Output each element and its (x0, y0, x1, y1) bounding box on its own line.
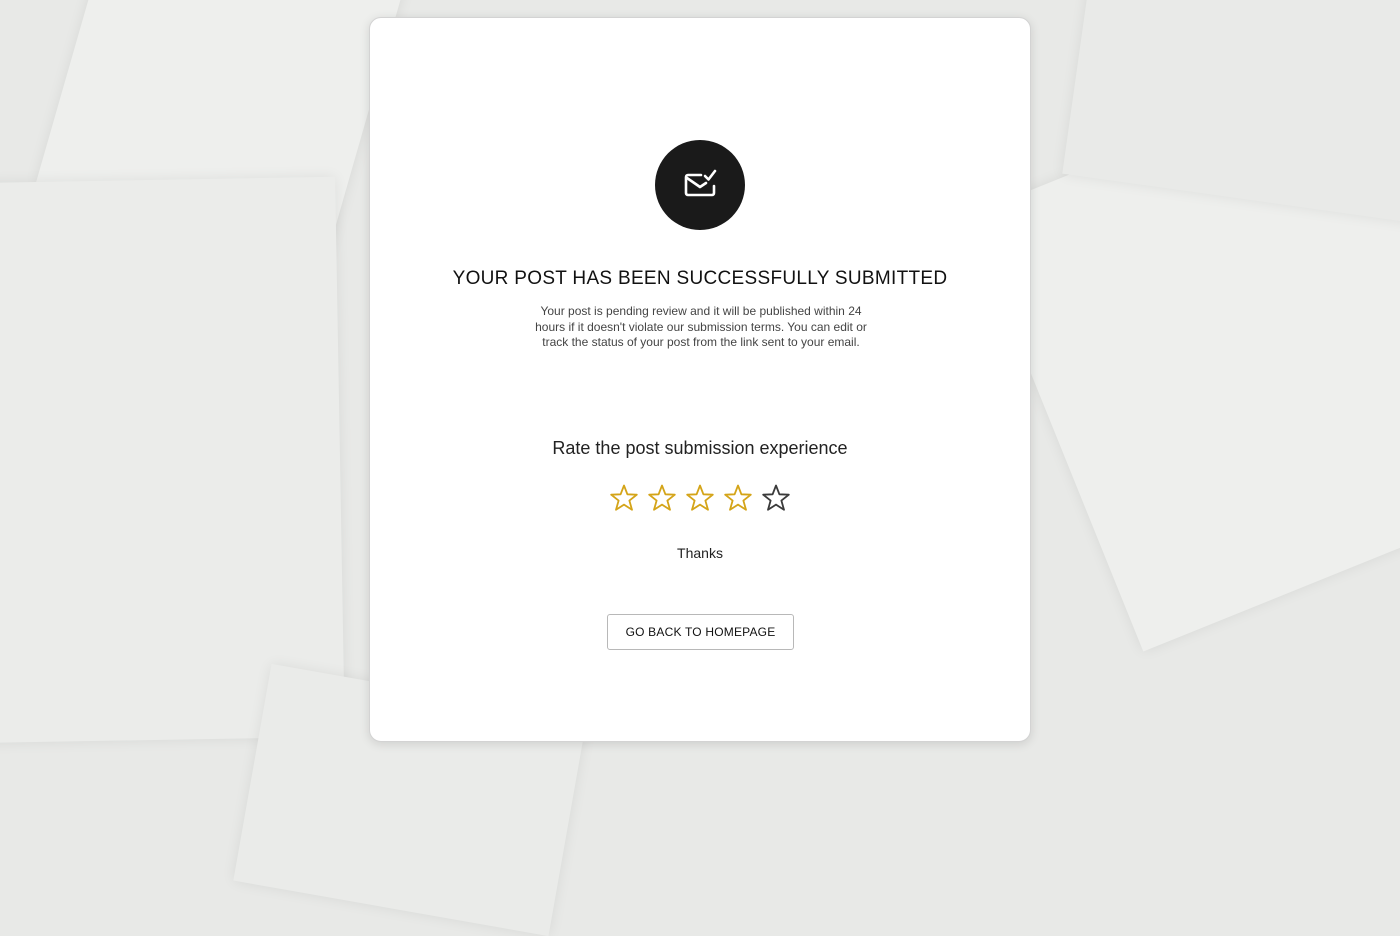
star-rating (370, 483, 1030, 513)
confirmation-title: YOUR POST HAS BEEN SUCCESSFULLY SUBMITTE… (452, 268, 948, 289)
rating-prompt: Rate the post submission experience (552, 438, 848, 458)
mail-check-icon (684, 169, 717, 197)
mail-check-badge (655, 140, 745, 230)
submission-confirmation-card: YOUR POST HAS BEEN SUCCESSFULLY SUBMITTE… (369, 17, 1031, 742)
star-icon-4[interactable] (723, 483, 753, 513)
star-icon-2[interactable] (647, 483, 677, 513)
confirmation-description: Your post is pending review and it will … (535, 304, 867, 349)
go-back-to-homepage-button[interactable]: GO BACK TO HOMEPAGE (607, 614, 794, 650)
star-icon-1[interactable] (609, 483, 639, 513)
star-icon-5[interactable] (761, 483, 791, 513)
rating-thanks-text: Thanks (677, 545, 723, 561)
background-sheet (0, 176, 345, 744)
star-icon-3[interactable] (685, 483, 715, 513)
